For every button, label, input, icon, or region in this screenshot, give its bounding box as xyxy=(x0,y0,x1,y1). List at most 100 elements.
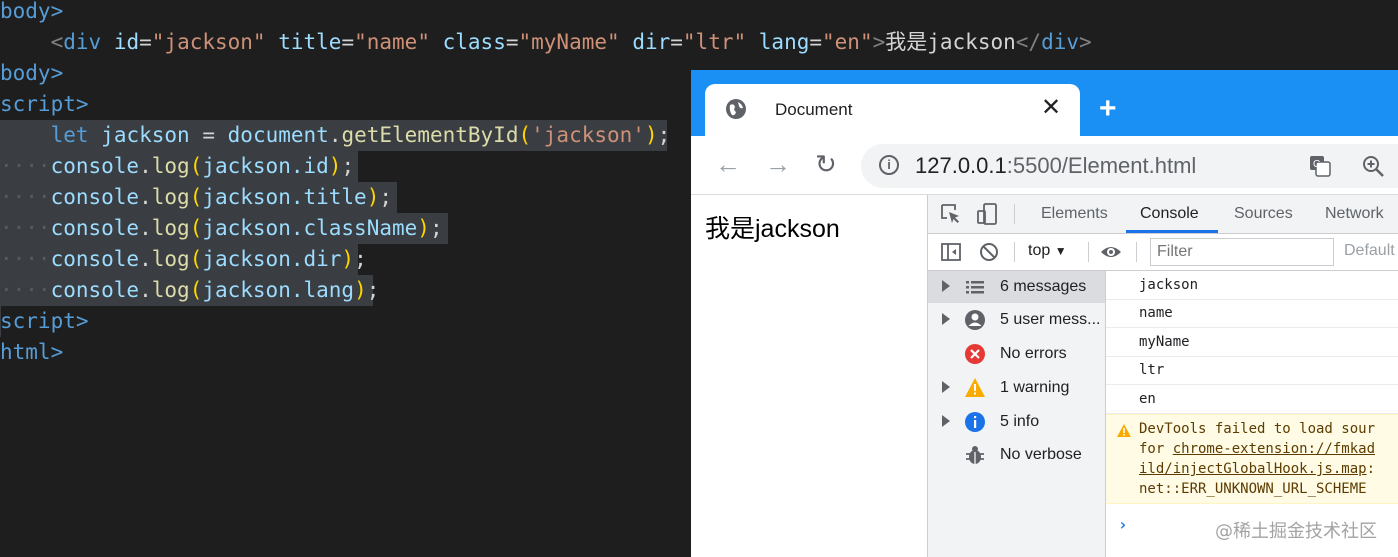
code-token: body> xyxy=(0,0,64,23)
code-token: "ltr" xyxy=(682,30,747,54)
warning-text: DevTools failed to load sour xyxy=(1139,421,1376,437)
sidebar-toggle-icon[interactable] xyxy=(940,241,962,263)
bug-icon xyxy=(966,446,984,464)
warning-icon xyxy=(1117,424,1131,437)
code-token: html> xyxy=(0,340,64,364)
site-info-icon[interactable]: i xyxy=(879,155,899,175)
code-line-6: ····console.log(jackson.id); xyxy=(0,154,355,178)
warning-text: for chrome-extension://fmkad xyxy=(1139,441,1375,457)
code-line-2: <div id="jackson" title="name" class="my… xyxy=(50,30,1092,54)
expand-arrow-icon[interactable] xyxy=(942,415,950,427)
sidebar-item-warnings[interactable]: 1 warning xyxy=(928,372,1105,404)
code-token: console xyxy=(50,154,140,178)
translate-icon[interactable]: G xyxy=(1309,155,1331,177)
expand-arrow-icon[interactable] xyxy=(942,313,950,325)
source-map-link[interactable]: chrome-extension://fmkad xyxy=(1173,441,1375,457)
code-token: script> xyxy=(0,309,89,333)
code-line-10: ····console.log(jackson.lang); xyxy=(0,278,380,302)
reload-icon[interactable]: ↻ xyxy=(815,150,837,178)
message-text: myName xyxy=(1139,334,1190,350)
code-token: jackson.dir xyxy=(202,247,342,271)
tab-console[interactable]: Console xyxy=(1140,205,1199,223)
code-line-9: ····console.log(jackson.dir); xyxy=(0,247,367,271)
warning-icon xyxy=(965,378,985,397)
browser-tab[interactable]: Document ✕ xyxy=(705,84,1080,136)
sidebar-item-verbose[interactable]: No verbose xyxy=(928,439,1105,471)
warning-message[interactable]: DevTools failed to load sour for chrome-… xyxy=(1106,414,1398,504)
console-message[interactable]: myName xyxy=(1106,328,1398,357)
code-token: "jackson" xyxy=(151,30,266,54)
clear-console-icon[interactable] xyxy=(978,241,1000,263)
tab-sources[interactable]: Sources xyxy=(1234,205,1293,223)
message-text: name xyxy=(1139,305,1173,321)
expand-arrow-icon[interactable] xyxy=(942,280,950,292)
context-label: top xyxy=(1028,242,1051,259)
code-token: getElementById xyxy=(341,123,519,147)
sidebar-item-label: 1 warning xyxy=(1000,379,1070,396)
context-selector[interactable]: top ▼ xyxy=(1028,242,1067,260)
toolbar-divider xyxy=(1014,204,1015,224)
tab-strip: Document ✕ + xyxy=(691,70,1398,136)
code-token: jackson.title xyxy=(202,185,367,209)
back-icon[interactable]: ← xyxy=(715,150,741,178)
toolbar-divider xyxy=(1088,242,1089,262)
console-messages: jackson name myName ltr en DevTools fail… xyxy=(1106,271,1398,557)
eye-icon[interactable] xyxy=(1100,241,1122,263)
active-tab-indicator xyxy=(1126,230,1218,233)
devtools-panel: Elements Console Sources Network top ▼ F… xyxy=(927,195,1398,557)
console-message[interactable]: ltr xyxy=(1106,356,1398,385)
code-token: jackson.className xyxy=(202,216,418,240)
browser-window: Document ✕ + ← → ↻ i 127.0.0.1:5500/Elem… xyxy=(691,70,1398,557)
device-toolbar-icon[interactable] xyxy=(976,203,998,225)
close-icon[interactable]: ✕ xyxy=(1041,96,1061,120)
error-icon xyxy=(965,344,985,364)
new-tab-button[interactable]: + xyxy=(1099,94,1117,124)
code-token: log xyxy=(151,247,190,271)
sidebar-item-user-messages[interactable]: 5 user mess... xyxy=(928,304,1105,336)
code-token: let xyxy=(50,123,89,147)
code-token: jackson.lang xyxy=(202,278,355,302)
warning-text-prefix: for xyxy=(1139,441,1173,457)
code-line-1: body> xyxy=(0,0,63,27)
toolbar-divider xyxy=(1136,242,1137,262)
console-prompt-icon[interactable]: › xyxy=(1118,515,1128,534)
tab-elements[interactable]: Elements xyxy=(1041,205,1108,223)
code-token: console xyxy=(50,247,140,271)
sidebar-item-messages[interactable]: 6 messages xyxy=(928,271,1105,303)
sidebar-item-label: 6 messages xyxy=(1000,278,1087,295)
watermark: @稀土掘金技术社区 xyxy=(1215,521,1377,542)
code-token: div xyxy=(63,30,102,54)
code-token: class xyxy=(442,30,506,54)
console-message[interactable]: en xyxy=(1106,385,1398,414)
forward-icon[interactable]: → xyxy=(765,150,791,178)
code-token: document xyxy=(227,123,329,147)
log-levels-dropdown[interactable]: Default xyxy=(1344,242,1395,260)
sidebar-item-info[interactable]: 5 info xyxy=(928,406,1105,438)
console-message[interactable]: jackson xyxy=(1106,271,1398,300)
code-line-4: script> xyxy=(0,89,89,120)
code-token: console xyxy=(50,278,140,302)
source-map-link[interactable]: ild/injectGlobalHook.js.map xyxy=(1139,461,1367,477)
inspect-element-icon[interactable] xyxy=(940,203,962,225)
filter-input[interactable] xyxy=(1150,238,1334,266)
console-message[interactable]: name xyxy=(1106,299,1398,328)
zoom-icon[interactable] xyxy=(1361,154,1385,178)
url-host: 127.0.0.1 xyxy=(915,153,1007,178)
sidebar-item-label: 5 user mess... xyxy=(1000,311,1101,328)
console-toolbar: top ▼ Default xyxy=(928,234,1398,271)
code-token: title xyxy=(278,30,342,54)
tab-network[interactable]: Network xyxy=(1325,205,1384,223)
code-line-3: body> xyxy=(0,58,63,89)
warning-text: net::ERR_UNKNOWN_URL_SCHEME xyxy=(1139,481,1367,497)
sidebar-item-errors[interactable]: No errors xyxy=(928,338,1105,370)
tab-title: Document xyxy=(775,100,853,119)
address-bar[interactable]: i 127.0.0.1:5500/Element.html G xyxy=(861,144,1398,188)
code-line-7: ····console.log(jackson.title); xyxy=(0,185,393,209)
expand-arrow-icon[interactable] xyxy=(942,381,950,393)
devtools-tabbar: Elements Console Sources Network xyxy=(928,195,1398,234)
code-line-8: ····console.log(jackson.className); xyxy=(0,216,443,240)
code-token: log xyxy=(151,278,190,302)
code-token: console xyxy=(50,216,140,240)
sidebar-item-label: No errors xyxy=(1000,345,1067,362)
code-token: jackson.id xyxy=(202,154,329,178)
